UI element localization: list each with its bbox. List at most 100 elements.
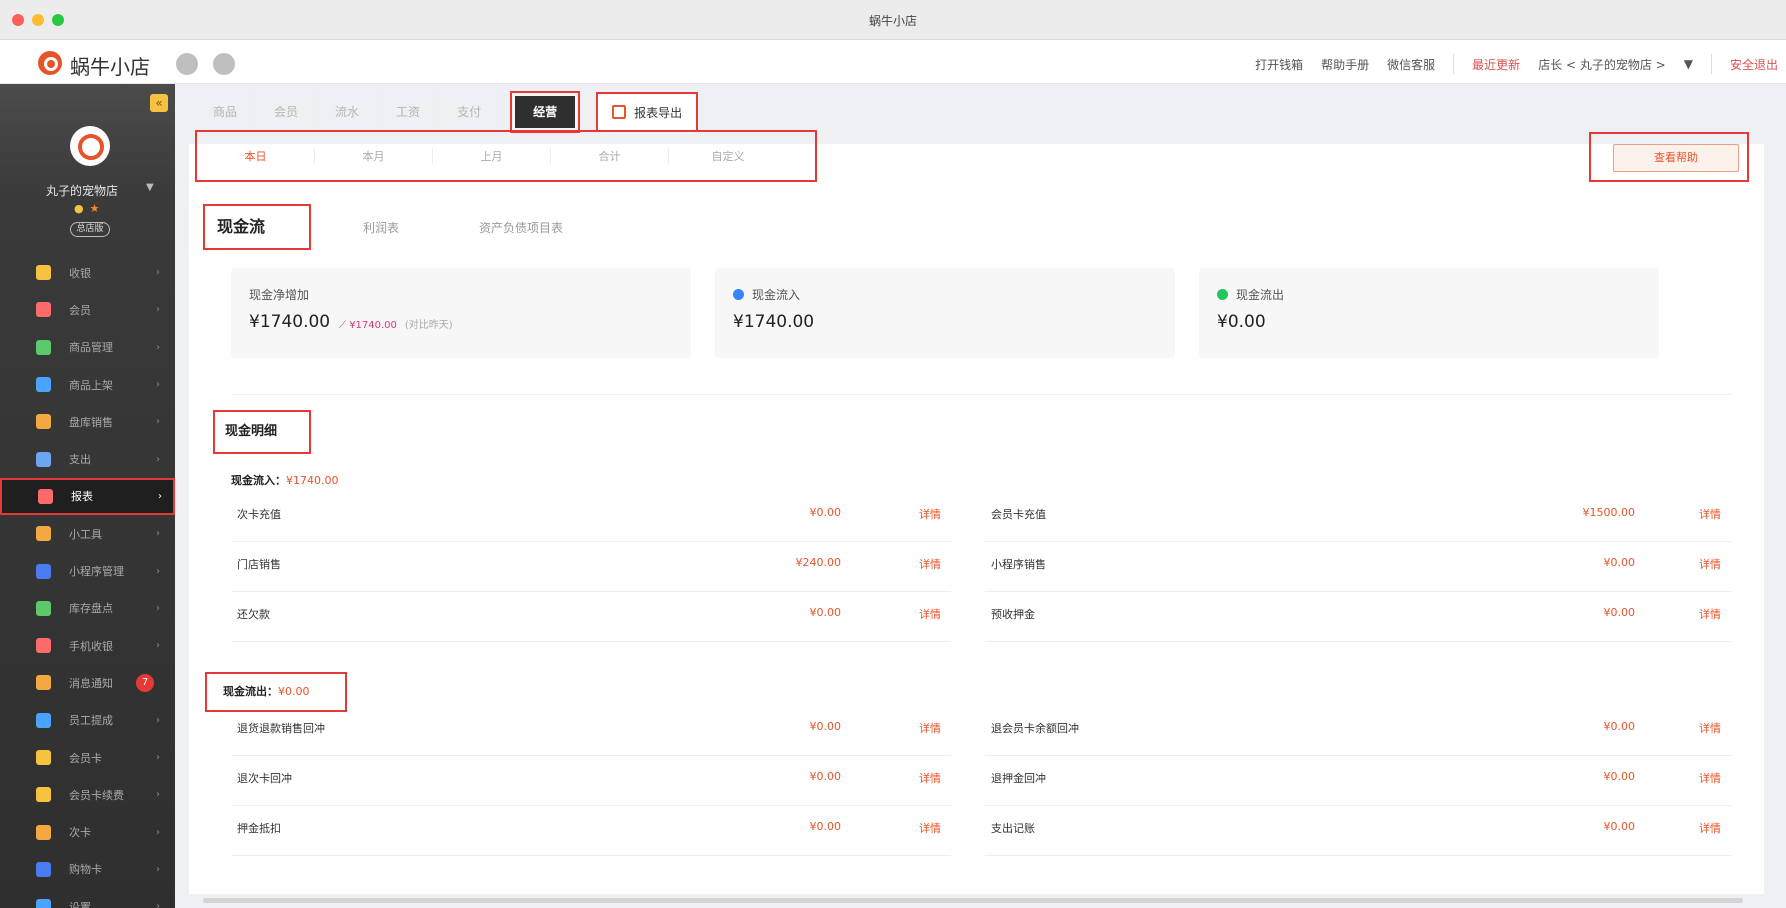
detail-link[interactable]: 详情 — [919, 720, 941, 736]
green-dot-icon — [1217, 289, 1228, 300]
chevron-right-icon: › — [158, 490, 162, 502]
detail-item-amount: ¥1500.00 — [1582, 506, 1636, 519]
open-cash-drawer-link[interactable]: 打开钱箱 — [1255, 56, 1303, 73]
snail-logo-icon — [38, 51, 62, 75]
forward-button[interactable] — [213, 53, 235, 75]
header-divider — [1453, 54, 1455, 74]
menu-item-icon — [36, 526, 51, 542]
header-divider — [1710, 54, 1712, 74]
sidebar-item[interactable]: 次卡 › — [0, 813, 175, 850]
menu-item-icon — [36, 377, 51, 393]
star-badge-icon: ★ — [89, 202, 100, 215]
tab-payments[interactable]: 支付 — [439, 92, 501, 132]
tab-cash-flow[interactable]: 现金流 — [203, 204, 311, 250]
menu-item-icon — [36, 861, 51, 877]
sidebar-item[interactable]: 手机收银 › — [0, 627, 175, 664]
help-manual-link[interactable]: 帮助手册 — [1321, 56, 1369, 73]
tab-wages[interactable]: 工资 — [378, 92, 440, 132]
period-tab-this-month[interactable]: 本月 — [315, 148, 433, 164]
detail-link[interactable]: 详情 — [1699, 556, 1721, 572]
detail-link[interactable]: 详情 — [1699, 506, 1721, 522]
wechat-support-link[interactable]: 微信客服 — [1387, 56, 1435, 73]
sidebar-item[interactable]: 消息通知 7 — [0, 664, 175, 701]
chevron-right-icon: › — [156, 267, 160, 279]
tab-members[interactable]: 会员 — [256, 92, 318, 132]
user-store-dropdown[interactable]: 店长 < 丸子的宠物店 > — [1538, 56, 1666, 73]
period-tab-today[interactable]: 本日 — [197, 148, 315, 164]
sidebar: « 丸子的宠物店 ▼ ● ★ 总店版 收银 › 会员 › 商品管理 › 商品上架 › 盘库销售 › 支… — [0, 84, 175, 908]
sidebar-menu: 收银 › 会员 › 商品管理 › 商品上架 › 盘库销售 › 支出 › 报表 › 小工具 › 小程序管理 › 库存盘… — [0, 254, 175, 908]
compare-yesterday: (对比昨天) — [404, 320, 453, 331]
tab-income-statement[interactable]: 利润表 — [363, 219, 399, 236]
store-badges: ● ★ — [74, 202, 99, 215]
detail-link[interactable]: 详情 — [1699, 720, 1721, 736]
sidebar-item[interactable]: 会员 › — [0, 291, 175, 328]
detail-item-name: 会员卡充值 — [991, 508, 1046, 521]
store-name[interactable]: 丸子的宠物店 — [46, 182, 118, 199]
chevron-right-icon: › — [156, 863, 160, 875]
sidebar-item[interactable]: 购物卡 › — [0, 851, 175, 888]
sidebar-item[interactable]: 库存盘点 › — [0, 590, 175, 627]
sidebar-item[interactable]: 商品管理 › — [0, 329, 175, 366]
period-tab-total[interactable]: 合计 — [551, 148, 669, 164]
tab-operations[interactable]: 经营 — [510, 91, 581, 133]
detail-item-amount: ¥0.00 — [809, 770, 842, 783]
tab-products[interactable]: 商品 — [195, 92, 257, 132]
detail-link[interactable]: 详情 — [919, 770, 941, 786]
chevron-down-icon[interactable]: ▼ — [146, 182, 154, 193]
menu-item-icon — [36, 899, 51, 908]
sidebar-item[interactable]: 设置 › — [0, 888, 175, 908]
detail-item-amount: ¥0.00 — [1603, 720, 1636, 733]
export-report-button[interactable]: 报表导出 — [596, 92, 699, 132]
horizontal-scrollbar[interactable] — [203, 898, 1743, 903]
view-help-button[interactable]: 查看帮助 — [1613, 144, 1739, 172]
menu-item-icon — [36, 824, 51, 840]
sidebar-item-label: 次卡 — [69, 826, 91, 840]
detail-item-name: 小程序销售 — [991, 558, 1046, 571]
sidebar-item[interactable]: 盘库销售 › — [0, 403, 175, 440]
period-tab-last-month[interactable]: 上月 — [433, 148, 551, 164]
detail-link[interactable]: 详情 — [919, 606, 941, 622]
sidebar-item-label: 设置 — [69, 900, 91, 908]
chevron-down-icon[interactable]: ▼ — [1684, 57, 1693, 71]
detail-link[interactable]: 详情 — [919, 820, 941, 836]
recent-update-link[interactable]: 最近更新 — [1472, 56, 1520, 73]
detail-item-name: 退货退款销售回冲 — [237, 722, 325, 735]
detail-link[interactable]: 详情 — [1699, 820, 1721, 836]
sidebar-item-label: 小工具 — [69, 527, 102, 541]
net-cash-change: ⟋ ¥1740.00 (对比昨天) — [339, 316, 453, 331]
sidebar-item[interactable]: 会员卡 › — [0, 739, 175, 776]
period-tabs: 本日 本月 上月 合计 自定义 — [195, 130, 817, 182]
detail-row: 还欠款 ¥0.00 详情 — [231, 586, 951, 642]
sidebar-item[interactable]: 小工具 › — [0, 515, 175, 552]
logout-link[interactable]: 安全退出 — [1730, 56, 1778, 73]
detail-link[interactable]: 详情 — [1699, 606, 1721, 622]
detail-row: 退货退款销售回冲 ¥0.00 详情 — [231, 700, 951, 756]
sidebar-item[interactable]: 报表 › — [0, 477, 175, 516]
sidebar-item-label: 收银 — [69, 266, 91, 280]
sidebar-item[interactable]: 支出 › — [0, 440, 175, 477]
sidebar-item[interactable]: 员工提成 › — [0, 702, 175, 739]
top-tabs: 商品 会员 流水 工资 支付 经营 报表导出 — [195, 91, 699, 133]
back-button[interactable] — [176, 53, 198, 75]
collapse-sidebar-button[interactable]: « — [150, 94, 168, 112]
period-tab-custom[interactable]: 自定义 — [669, 148, 787, 164]
sidebar-item[interactable]: 小程序管理 › — [0, 552, 175, 589]
detail-link[interactable]: 详情 — [919, 556, 941, 572]
sidebar-item[interactable]: 收银 › — [0, 254, 175, 291]
sidebar-item-label: 手机收银 — [69, 639, 113, 653]
detail-item-name: 退会员卡余额回冲 — [991, 722, 1079, 735]
detail-row: 支出记账 ¥0.00 详情 — [985, 800, 1731, 856]
sidebar-item-label: 支出 — [69, 453, 91, 467]
sidebar-item[interactable]: 会员卡续费 › — [0, 776, 175, 813]
detail-link[interactable]: 详情 — [919, 506, 941, 522]
detail-item-name: 退押金回冲 — [991, 772, 1046, 785]
sidebar-item[interactable]: 商品上架 › — [0, 366, 175, 403]
tab-transactions[interactable]: 流水 — [317, 92, 379, 132]
tab-balance-sheet[interactable]: 资产负债项目表 — [479, 219, 563, 236]
chevron-right-icon: › — [156, 528, 160, 540]
export-report-label: 报表导出 — [634, 105, 683, 120]
outflow-amount: ¥0.00 — [278, 685, 310, 698]
cash-detail-title: 现金明细 — [213, 410, 311, 454]
detail-link[interactable]: 详情 — [1699, 770, 1721, 786]
